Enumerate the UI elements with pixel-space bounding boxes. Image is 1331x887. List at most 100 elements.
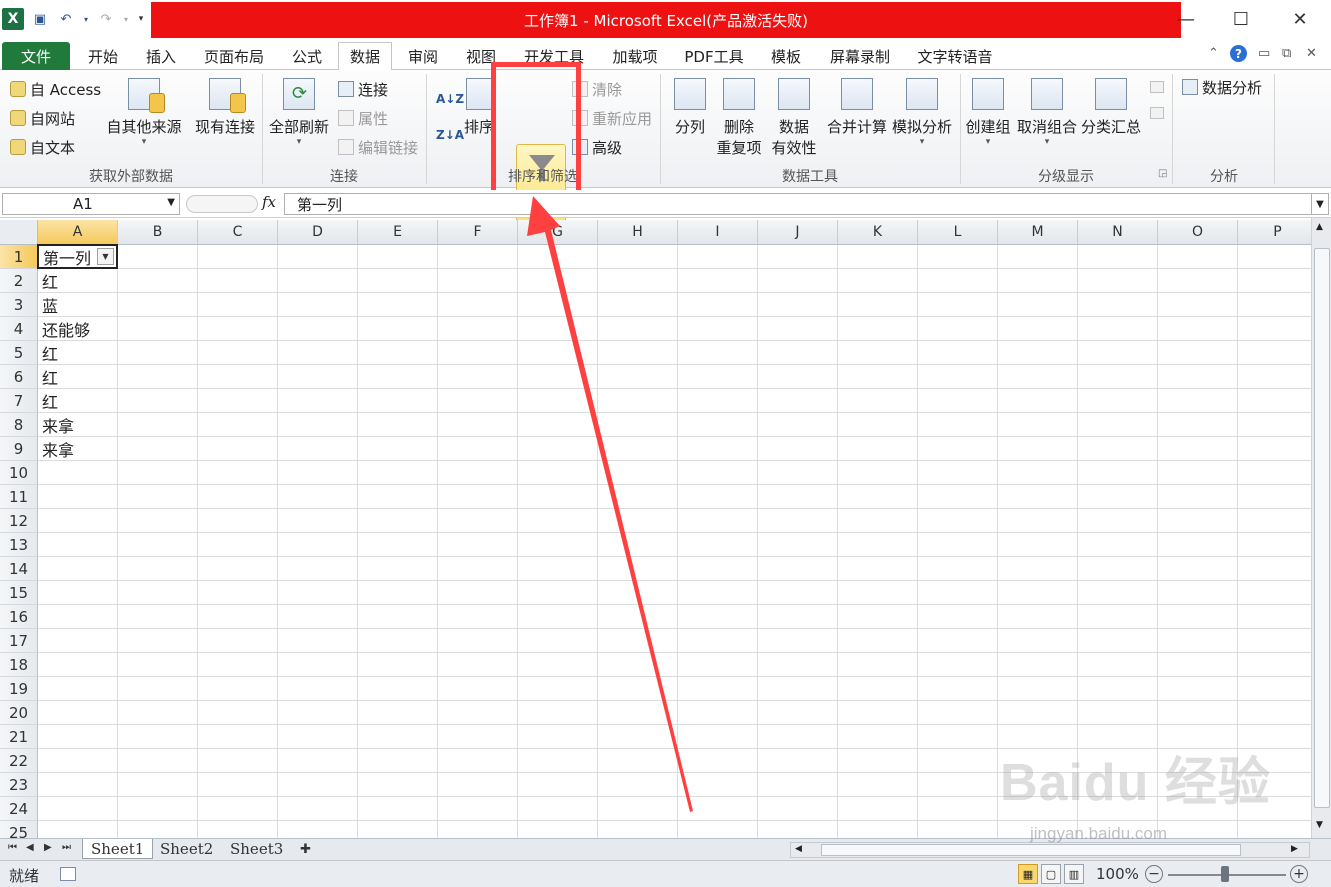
select-all-button[interactable]: [0, 220, 38, 245]
macro-record-icon[interactable]: [60, 867, 76, 881]
column-header-k[interactable]: K: [838, 220, 918, 245]
row-header-13[interactable]: 13: [0, 533, 38, 557]
scroll-down-icon[interactable]: ▼: [1316, 820, 1323, 830]
cell-a5[interactable]: 红: [38, 341, 118, 365]
tab-screen-record[interactable]: 屏幕录制: [822, 42, 898, 70]
column-header-d[interactable]: D: [278, 220, 358, 245]
properties-button[interactable]: 属性: [338, 107, 388, 129]
cell-a6[interactable]: 红: [38, 365, 118, 389]
show-detail-button[interactable]: [1150, 76, 1164, 98]
workbook-close-icon[interactable]: ✕: [1306, 46, 1317, 61]
tab-formulas[interactable]: 公式: [284, 42, 330, 70]
last-sheet-icon[interactable]: ⏭: [62, 842, 71, 853]
row-header-23[interactable]: 23: [0, 773, 38, 797]
row-header-17[interactable]: 17: [0, 629, 38, 653]
row-header-11[interactable]: 11: [0, 485, 38, 509]
column-header-b[interactable]: B: [118, 220, 198, 245]
data-validation-button[interactable]: 数据 有效性: [766, 78, 822, 158]
tab-pdf-tools[interactable]: PDF工具: [678, 42, 750, 70]
column-header-l[interactable]: L: [918, 220, 998, 245]
row-header-25[interactable]: 25: [0, 821, 38, 838]
page-layout-view-icon[interactable]: ▢: [1041, 864, 1061, 884]
row-header-16[interactable]: 16: [0, 605, 38, 629]
tab-templates[interactable]: 模板: [762, 42, 810, 70]
excel-logo-icon[interactable]: X: [2, 8, 24, 30]
row-header-18[interactable]: 18: [0, 653, 38, 677]
redo-dropdown-icon[interactable]: ▾: [122, 9, 130, 29]
existing-connections-button[interactable]: 现有连接: [194, 78, 256, 137]
row-header-12[interactable]: 12: [0, 509, 38, 533]
tab-file[interactable]: 文件: [2, 42, 70, 70]
save-icon[interactable]: ▣: [30, 9, 50, 29]
tab-review[interactable]: 审阅: [400, 42, 446, 70]
cell-a2[interactable]: 红: [38, 269, 118, 293]
tab-insert[interactable]: 插入: [138, 42, 184, 70]
connections-button[interactable]: 连接: [338, 78, 388, 100]
row-header-19[interactable]: 19: [0, 677, 38, 701]
from-text-button[interactable]: 自文本: [10, 136, 75, 158]
next-sheet-icon[interactable]: ▶: [44, 842, 52, 853]
consolidate-button[interactable]: 合并计算: [826, 78, 888, 137]
cell-a8[interactable]: 来拿: [38, 413, 118, 437]
tab-data[interactable]: 数据: [338, 42, 392, 71]
row-header-6[interactable]: 6: [0, 365, 38, 389]
scroll-up-icon[interactable]: ▲: [1316, 222, 1323, 232]
zoom-level[interactable]: 100%: [1096, 865, 1139, 883]
column-header-e[interactable]: E: [358, 220, 438, 245]
prev-sheet-icon[interactable]: ◀: [26, 842, 34, 853]
row-header-2[interactable]: 2: [0, 269, 38, 293]
vertical-scrollbar[interactable]: ▲ ▼: [1311, 218, 1331, 838]
from-access-button[interactable]: 自 Access: [10, 78, 101, 100]
zoom-in-icon[interactable]: +: [1290, 865, 1308, 883]
workbook-minimize-icon[interactable]: ▭: [1258, 46, 1270, 61]
horizontal-scrollbar[interactable]: ◀ ▶: [790, 842, 1310, 858]
edit-links-button[interactable]: 编辑链接: [338, 136, 418, 158]
data-analysis-button[interactable]: 数据分析: [1182, 76, 1262, 98]
page-break-view-icon[interactable]: ▥: [1064, 864, 1084, 884]
sheet-tab-2[interactable]: Sheet2: [152, 839, 221, 859]
cell-a4[interactable]: 还能够: [38, 317, 118, 341]
column-header-p[interactable]: P: [1238, 220, 1311, 245]
row-header-7[interactable]: 7: [0, 389, 38, 413]
first-sheet-icon[interactable]: ⏮: [8, 842, 17, 853]
row-header-10[interactable]: 10: [0, 461, 38, 485]
from-web-button[interactable]: 自网站: [10, 107, 75, 129]
row-header-8[interactable]: 8: [0, 413, 38, 437]
column-header-m[interactable]: M: [998, 220, 1078, 245]
close-icon[interactable]: ✕: [1272, 0, 1328, 38]
remove-duplicates-button[interactable]: 删除 重复项: [714, 78, 764, 158]
reapply-button[interactable]: 重新应用: [572, 107, 652, 129]
sheet-tab-1[interactable]: Sheet1: [82, 839, 154, 859]
horizontal-scroll-thumb[interactable]: [821, 844, 1241, 856]
redo-icon[interactable]: ↷: [96, 9, 116, 29]
row-header-9[interactable]: 9: [0, 437, 38, 461]
filter-dropdown-button[interactable]: ▼: [97, 248, 114, 265]
cell-a7[interactable]: 红: [38, 389, 118, 413]
column-header-n[interactable]: N: [1078, 220, 1158, 245]
cell-a9[interactable]: 来拿: [38, 437, 118, 461]
minimize-ribbon-icon[interactable]: ⌃: [1208, 46, 1219, 61]
row-header-5[interactable]: 5: [0, 341, 38, 365]
subtotal-button[interactable]: 分类汇总: [1080, 78, 1142, 137]
help-icon[interactable]: ?: [1230, 45, 1247, 62]
row-header-24[interactable]: 24: [0, 797, 38, 821]
scroll-right-icon[interactable]: ▶: [1291, 844, 1298, 854]
sort-descending-button[interactable]: Z↓A: [436, 124, 464, 146]
column-header-c[interactable]: C: [198, 220, 278, 245]
formula-bar-resize-handle[interactable]: [186, 195, 258, 213]
column-header-j[interactable]: J: [758, 220, 838, 245]
row-header-20[interactable]: 20: [0, 701, 38, 725]
vertical-scroll-thumb[interactable]: [1314, 248, 1330, 808]
tab-text-to-speech[interactable]: 文字转语音: [910, 42, 1000, 70]
row-header-15[interactable]: 15: [0, 581, 38, 605]
maximize-icon[interactable]: ☐: [1213, 0, 1269, 38]
column-header-g[interactable]: G: [518, 220, 598, 245]
workbook-restore-icon[interactable]: ⧉: [1282, 46, 1291, 61]
ungroup-button[interactable]: 取消组合 ▾: [1016, 78, 1078, 147]
other-sources-button[interactable]: 自其他来源 ▾: [106, 78, 182, 147]
refresh-all-button[interactable]: ⟳ 全部刷新 ▾: [268, 78, 330, 147]
scroll-left-icon[interactable]: ◀: [795, 844, 802, 854]
tab-addins[interactable]: 加载项: [604, 42, 666, 70]
zoom-slider-knob[interactable]: [1221, 866, 1229, 882]
column-header-f[interactable]: F: [438, 220, 518, 245]
